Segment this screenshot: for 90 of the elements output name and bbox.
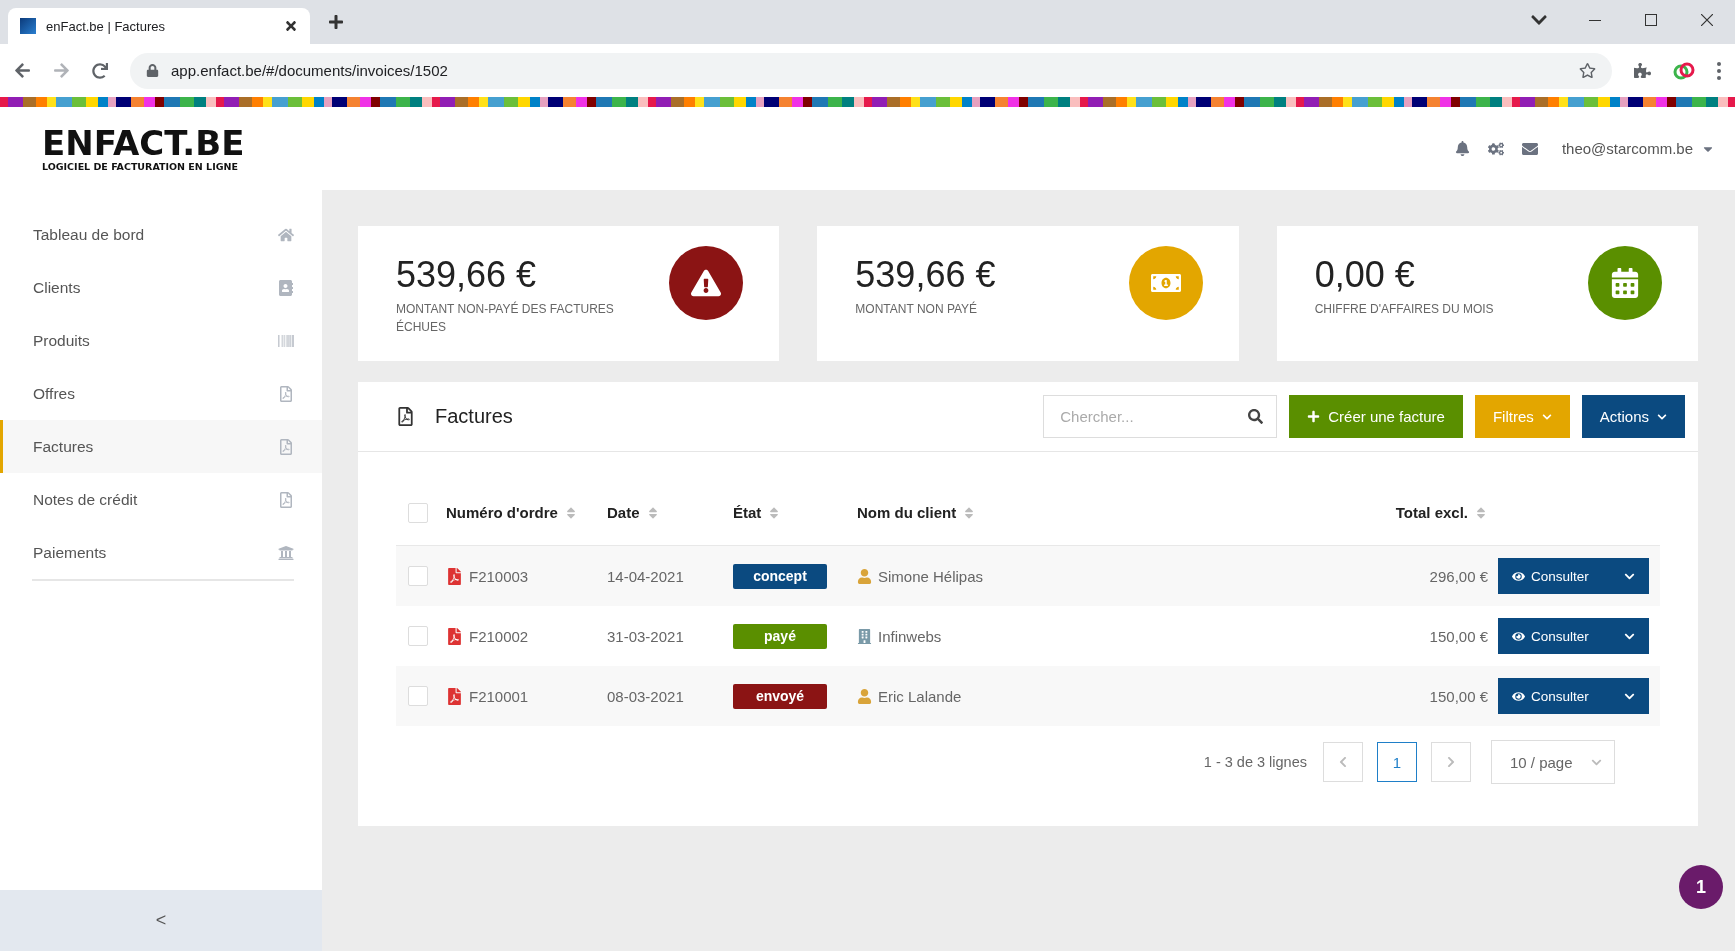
chevron-down-icon — [1657, 411, 1667, 422]
column-header[interactable]: Numéro d'ordre — [446, 504, 558, 521]
star-icon — [1579, 62, 1596, 79]
status-badge: envoyé — [733, 683, 827, 709]
column-header[interactable]: Nom du client — [857, 504, 957, 521]
pdf-file-icon — [278, 491, 294, 508]
favicon-icon — [20, 18, 36, 34]
maximize-icon[interactable] — [1645, 14, 1657, 26]
person-icon — [857, 568, 872, 584]
pdf-file-icon — [446, 687, 463, 705]
cogs-icon — [1487, 140, 1504, 157]
column-header[interactable]: Total excl. — [1395, 504, 1468, 521]
logo-title: ENFACT.BE — [42, 125, 246, 161]
search-field[interactable]: Chercher... — [1043, 395, 1278, 438]
table-cell: 150,00 € — [1429, 627, 1488, 645]
forward-icon — [53, 62, 70, 79]
previous-page-button[interactable] — [1323, 742, 1363, 782]
table-cell: Eric Lalande — [878, 687, 962, 705]
menu-icon[interactable] — [1717, 61, 1721, 80]
bell-icon — [1454, 141, 1470, 156]
table-cell: 296,00 € — [1429, 567, 1488, 585]
view-button[interactable]: Consulter — [1498, 558, 1649, 594]
table-cell: 14-04-2021 — [607, 567, 684, 585]
stat-value: 539,66 € — [855, 254, 997, 296]
barcode-icon — [278, 332, 294, 349]
table-cell: F210003 — [469, 567, 529, 585]
checkbox[interactable] — [408, 502, 428, 523]
view-button[interactable]: Consulter — [1498, 618, 1649, 654]
status-badge: concept — [733, 563, 827, 589]
pdf-file-icon — [278, 385, 294, 402]
address-book-icon — [278, 279, 294, 296]
stat-value: 0,00 € — [1314, 254, 1416, 296]
browser-tab[interactable]: enFact.be | Factures — [8, 8, 310, 44]
stat-label: CHIFFRE D'AFFAIRES DU MOIS — [1314, 301, 1495, 318]
column-header[interactable]: État — [733, 504, 762, 521]
next-page-button[interactable] — [1431, 742, 1471, 782]
view-button[interactable]: Consulter — [1498, 678, 1649, 714]
minimize-icon[interactable] — [1589, 19, 1601, 21]
eye-icon — [1512, 689, 1525, 703]
chevron-right-icon — [1445, 756, 1457, 768]
chevron-left-icon — [1337, 756, 1349, 768]
home-icon — [278, 226, 294, 243]
puzzle-icon — [1634, 62, 1651, 79]
menu-button[interactable]: Actions — [1581, 395, 1685, 438]
eye-icon — [1512, 569, 1525, 583]
close-icon[interactable] — [1701, 14, 1713, 26]
table-cell: F210002 — [469, 627, 529, 645]
person-icon — [857, 688, 872, 704]
chevron-down-icon — [1541, 411, 1552, 422]
bank-icon — [278, 544, 294, 561]
checkbox[interactable] — [408, 686, 428, 706]
table-cell: F210001 — [469, 687, 529, 705]
back-icon — [14, 62, 31, 79]
pdf-file-icon — [446, 567, 463, 585]
pdf-file-icon — [278, 438, 294, 455]
sort-icon — [1474, 505, 1488, 520]
table-cell: 31-03-2021 — [607, 627, 684, 645]
column-header[interactable]: Date — [607, 504, 640, 521]
eye-icon — [1512, 629, 1525, 643]
status-badge: payé — [733, 623, 827, 649]
table-cell: Simone Hélipas — [878, 567, 984, 585]
plus-icon — [1307, 410, 1321, 423]
collapse-button[interactable]: < — [0, 890, 322, 951]
checkbox[interactable] — [408, 626, 428, 646]
stat-label: MONTANT NON-PAYÉ DES FACTURES ÉCHUES — [396, 300, 615, 336]
pagination-summary: 1 - 3 de 3 lignes — [1203, 754, 1307, 770]
address-bar[interactable]: app.enfact.be/#/documents/invoices/1502 — [130, 52, 1612, 89]
new-tab-icon — [328, 14, 344, 30]
envelope-icon — [1521, 140, 1538, 157]
table-cell: 150,00 € — [1429, 687, 1488, 705]
page-size-select[interactable]: 10 / page — [1491, 740, 1615, 784]
user-menu[interactable]: theo@starcomm.be — [1561, 140, 1715, 157]
stat-value: 539,66 € — [396, 254, 538, 296]
create-button[interactable]: Créer une facture — [1289, 395, 1463, 438]
pdf-file-icon — [396, 407, 415, 426]
sidebar-item[interactable]: Factures — [0, 420, 322, 473]
stat-label: MONTANT NON PAYÉ — [855, 300, 979, 318]
close-icon — [284, 19, 298, 33]
pdf-file-icon — [446, 627, 463, 645]
building-icon — [857, 628, 872, 644]
panel-title: Factures — [435, 405, 514, 428]
page-button[interactable]: 1 — [1377, 742, 1417, 782]
search-icon — [1248, 409, 1264, 424]
reload-icon — [92, 62, 108, 79]
logo-subtitle: LOGICIEL DE FACTURATION EN LIGNE — [42, 161, 239, 172]
checkbox[interactable] — [408, 566, 428, 586]
notification-badge[interactable]: 1 — [1679, 865, 1723, 909]
table-cell: 08-03-2021 — [607, 687, 684, 705]
lock-icon — [146, 64, 159, 77]
table-cell: Infinwebs — [878, 627, 942, 645]
